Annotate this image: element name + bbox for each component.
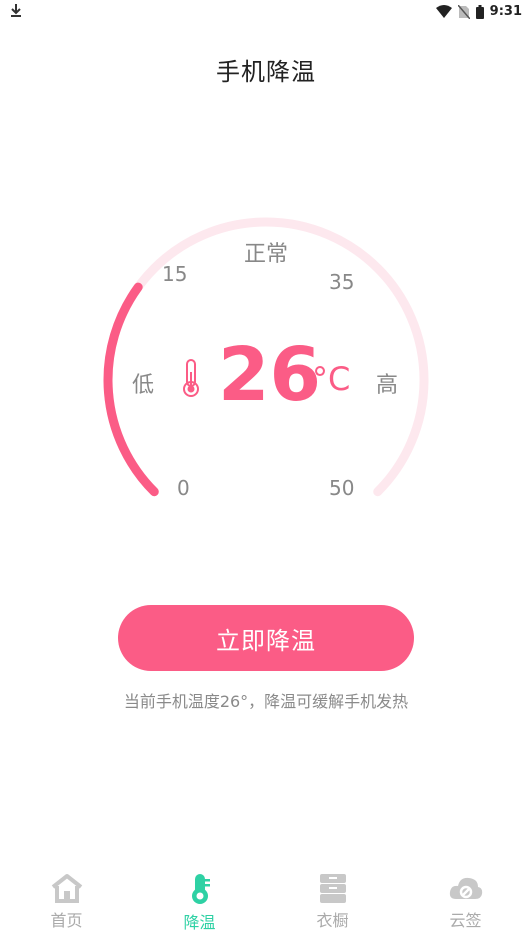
tab-label: 首页 xyxy=(50,911,83,930)
status-icons: 9:31 xyxy=(435,4,522,19)
wifi-icon xyxy=(435,5,452,18)
status-bar: 9:31 xyxy=(0,0,532,26)
download-icon xyxy=(10,3,22,21)
cool-down-button[interactable]: 立即降温 xyxy=(118,605,414,671)
gauge-tick-15: 15 xyxy=(162,262,188,286)
no-sim-icon xyxy=(457,4,470,19)
gauge-tick-35: 35 xyxy=(329,270,355,294)
thermometer-icon xyxy=(191,874,210,904)
bottom-tab-bar: 首页 降温 衣橱 云签 xyxy=(0,867,532,947)
tab-cloud-sign[interactable]: 云签 xyxy=(399,867,532,947)
status-time: 9:31 xyxy=(489,4,522,19)
cloud-sign-icon xyxy=(449,877,482,899)
tab-cooling[interactable]: 降温 xyxy=(133,867,266,947)
gauge-tick-50: 50 xyxy=(329,476,355,500)
temperature-unit: °C xyxy=(312,360,351,398)
gauge-status-label: 正常 xyxy=(244,242,289,267)
tab-home[interactable]: 首页 xyxy=(0,867,133,947)
gauge-tick-0: 0 xyxy=(177,476,190,500)
hint-text: 当前手机温度26°，降温可缓解手机发热 xyxy=(123,692,409,711)
page-title: 手机降温 xyxy=(216,58,316,86)
temperature-value: 26 xyxy=(218,332,321,418)
tab-wardrobe[interactable]: 衣橱 xyxy=(266,867,399,947)
home-icon xyxy=(51,874,82,903)
tab-label: 降温 xyxy=(183,913,216,932)
temperature-readout: 26 °C xyxy=(0,330,532,420)
tab-label: 衣橱 xyxy=(316,911,349,930)
battery-icon xyxy=(475,4,484,19)
tab-label: 云签 xyxy=(449,911,482,930)
thermometer-icon xyxy=(180,358,202,402)
wardrobe-icon xyxy=(319,874,346,903)
